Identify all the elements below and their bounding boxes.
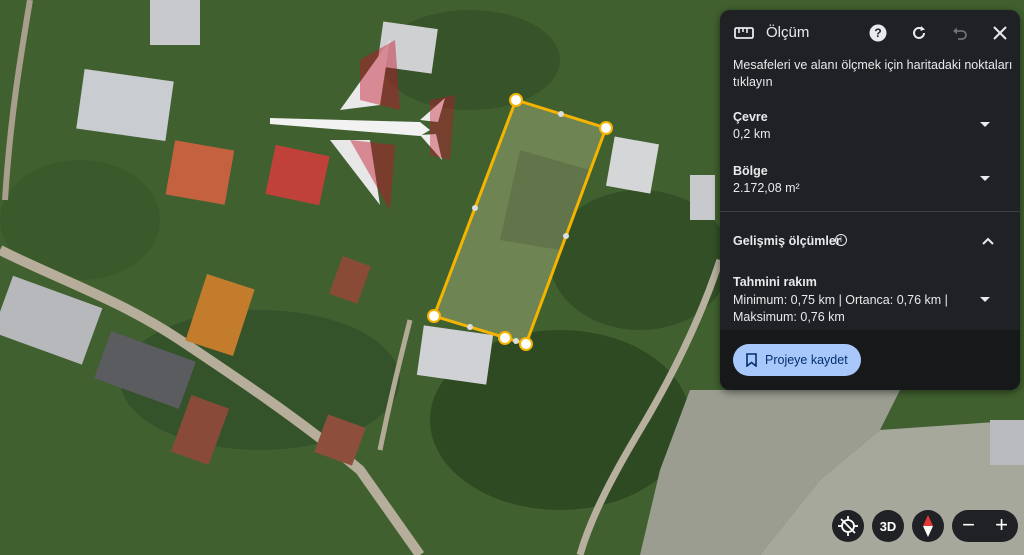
zoom-in-button[interactable]: + [985,510,1018,542]
help-button[interactable]: ? [867,22,889,44]
compass-button[interactable] [912,510,944,542]
perimeter-row[interactable]: Çevre 0,2 km [720,108,1020,148]
location-reset-icon [838,516,858,536]
close-button[interactable] [989,22,1011,44]
save-to-project-button[interactable]: Projeye kaydet [733,344,861,376]
area-label: Bölge [733,164,768,178]
measure-panel: Ölçüm ? Mesafeleri ve alanı ölçmek için … [720,10,1020,390]
compass-icon [923,515,933,537]
zoom-control: − + [952,510,1018,542]
advanced-label: Gelişmiş ölçümler [733,234,841,248]
refresh-button[interactable] [908,22,930,44]
ruler-icon [734,27,754,39]
info-icon: i [835,234,847,246]
help-icon: ? [869,24,887,42]
svg-text:?: ? [874,26,881,40]
perimeter-value: 0,2 km [733,127,771,141]
panel-description: Mesafeleri ve alanı ölçmek için haritada… [733,58,1013,89]
save-bar: Projeye kaydet [720,330,1020,390]
panel-title: Ölçüm [766,24,810,41]
elevation-row[interactable]: Tahmini rakım Minimum: 0,75 km | Ortanca… [720,270,1020,330]
undo-button[interactable] [949,22,971,44]
bookmark-icon [746,353,757,367]
advanced-measurements-toggle[interactable]: Gelişmiş ölçümler i [720,228,1020,256]
divider [720,211,1020,212]
undo-icon [953,27,967,40]
area-row[interactable]: Bölge 2.172,08 m² [720,162,1020,202]
zoom-out-button[interactable]: − [952,510,985,542]
chevron-down-icon [980,297,990,302]
area-value: 2.172,08 m² [733,181,800,195]
close-icon [993,26,1007,40]
reset-view-button[interactable] [832,510,864,542]
chevron-down-icon [980,122,990,127]
elevation-value: Minimum: 0,75 km | Ortanca: 0,76 km | Ma… [733,293,948,324]
perimeter-label: Çevre [733,110,768,124]
chevron-down-icon [980,176,990,181]
three-d-button[interactable]: 3D [872,510,904,542]
panel-header: Ölçüm ? [720,10,1020,56]
elevation-label: Tahmini rakım [733,275,817,289]
save-to-project-label: Projeye kaydet [765,353,848,367]
refresh-icon [913,26,925,39]
chevron-up-icon [982,237,994,245]
